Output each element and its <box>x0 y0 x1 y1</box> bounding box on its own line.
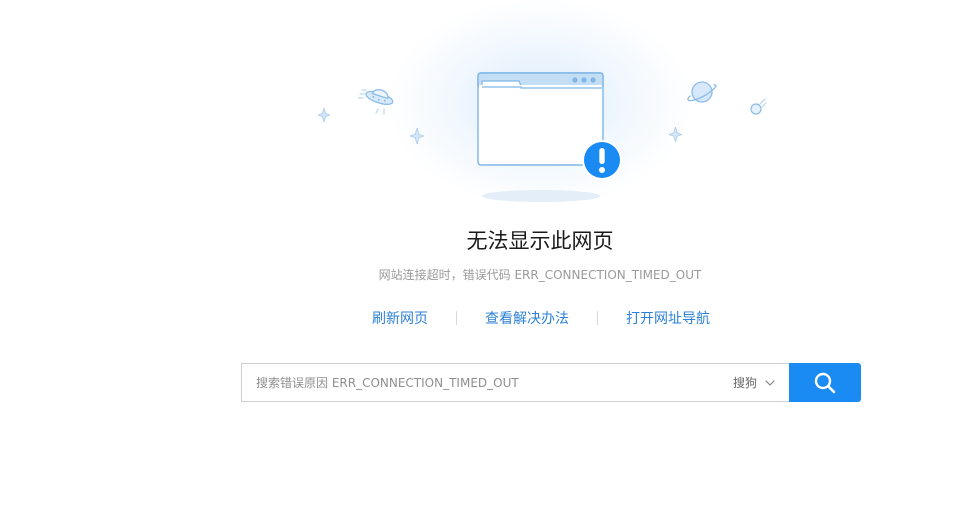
error-illustration <box>300 0 780 210</box>
refresh-page-link[interactable]: 刷新网页 <box>372 308 428 328</box>
illustration-shadow <box>482 190 600 202</box>
sparkle-icon <box>669 127 682 142</box>
search-engine-label: 搜狗 <box>732 376 757 390</box>
sparkle-icon <box>410 128 424 144</box>
error-title: 无法显示此网页 <box>466 229 614 253</box>
planet-icon <box>687 81 717 103</box>
open-navigation-link[interactable]: 打开网址导航 <box>626 308 710 328</box>
comet-icon <box>750 98 767 115</box>
divider <box>456 311 457 325</box>
exclamation-icon <box>582 140 622 180</box>
search-field: 搜狗 <box>241 363 789 402</box>
search-engine-select[interactable]: 搜狗 <box>733 374 775 391</box>
search-button[interactable] <box>789 363 861 402</box>
search-icon <box>814 372 836 393</box>
divider <box>597 311 598 325</box>
error-subtitle: 网站连接超时，错误代码 ERR_CONNECTION_TIMED_OUT <box>378 268 702 282</box>
chevron-down-icon <box>765 379 775 386</box>
ufo-icon <box>358 89 394 115</box>
sparkle-icon <box>318 108 330 122</box>
search-input[interactable] <box>242 364 733 401</box>
action-links: 刷新网页 查看解决办法 打开网址导航 <box>372 308 710 328</box>
search-bar: 搜狗 <box>241 363 861 402</box>
view-solutions-link[interactable]: 查看解决办法 <box>485 308 569 328</box>
